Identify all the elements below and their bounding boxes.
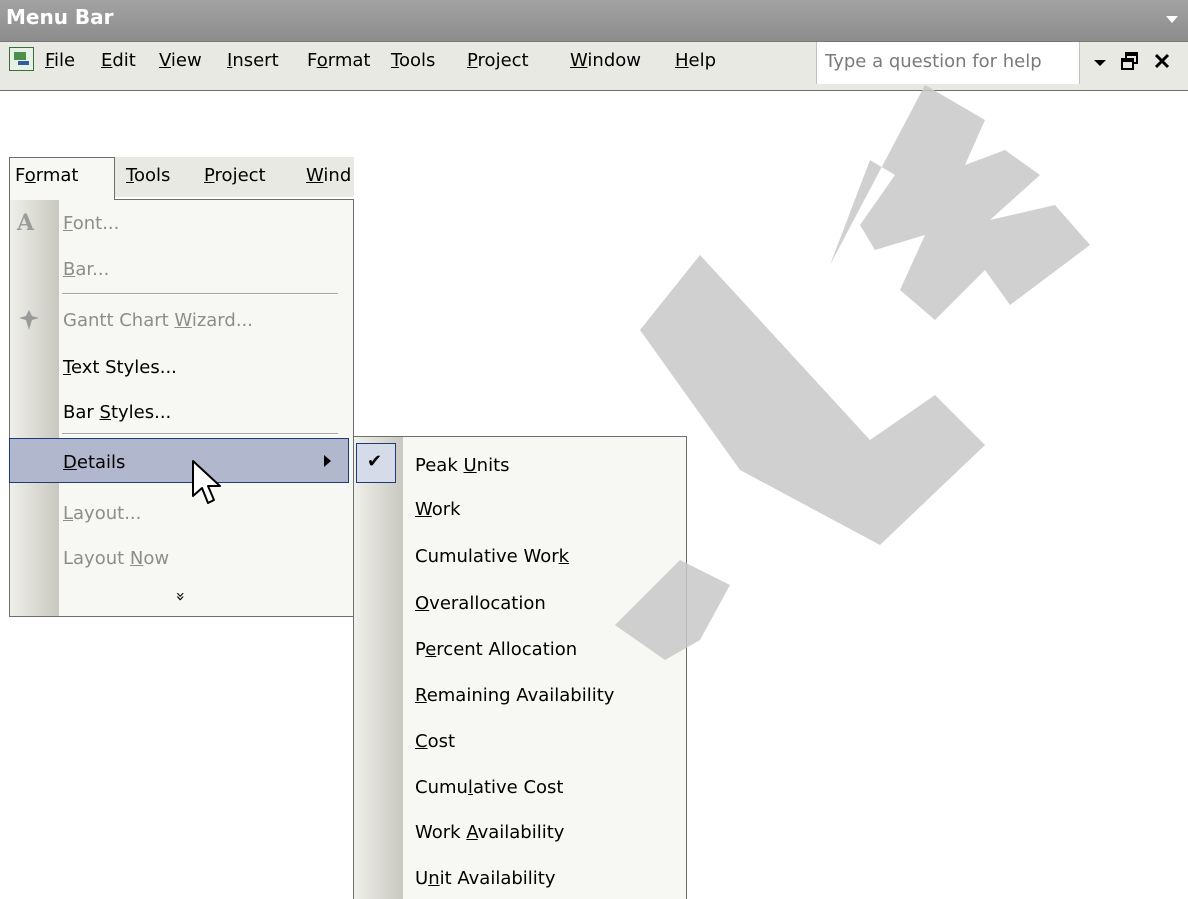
menu-bar-title-strip[interactable]: Menu Bar [0, 0, 1188, 42]
menu-insert[interactable]: Insert [227, 50, 279, 71]
menu-item-details-highlight[interactable] [9, 438, 349, 483]
menu-item-layout: Layout... [63, 503, 142, 524]
menu-bar: Menu Bar File Edit View Insert Format To… [0, 0, 1188, 91]
check-icon: ✔ [367, 451, 383, 472]
submenu-item-peak-units[interactable]: Peak Units [415, 455, 510, 476]
toolbar-options-icon[interactable] [1166, 16, 1178, 23]
header-project[interactable]: Project [204, 165, 266, 186]
close-window-icon[interactable] [1151, 50, 1173, 72]
menu-tools[interactable]: Tools [391, 50, 435, 71]
submenu-item-cost[interactable]: Cost [415, 731, 455, 752]
submenu-item-cumulative-cost[interactable]: Cumulative Cost [415, 777, 564, 798]
submenu-item-remaining-availability[interactable]: Remaining Availability [415, 685, 614, 706]
font-icon: A [17, 210, 35, 236]
menu-item-details[interactable]: Details [63, 452, 125, 473]
menu-item-text-styles[interactable]: Text Styles... [63, 357, 177, 378]
expand-menu-icon[interactable]: » [171, 592, 190, 602]
menu-edit[interactable]: Edit [101, 50, 136, 71]
help-search-input[interactable]: Type a question for help [816, 42, 1080, 84]
menu-separator [62, 293, 338, 295]
menu-item-bar-styles[interactable]: Bar Styles... [63, 402, 171, 423]
restore-window-icon[interactable] [1119, 50, 1141, 72]
submenu-item-percent-allocation[interactable]: Percent Allocation [415, 639, 577, 660]
menu-item-gantt-chart-wizard: Gantt Chart Wizard... [63, 310, 253, 331]
header-tools[interactable]: Tools [126, 165, 170, 186]
menu-item-bar: Bar... [63, 259, 110, 280]
submenu-item-work[interactable]: Work [415, 499, 461, 520]
submenu-item-work-availability[interactable]: Work Availability [415, 822, 564, 843]
menu-bar-title: Menu Bar [6, 5, 114, 29]
submenu-icon-gutter [354, 437, 403, 899]
submenu-item-overallocation[interactable]: Overallocation [415, 593, 546, 614]
submenu-item-unit-availability[interactable]: Unit Availability [415, 868, 556, 889]
header-format[interactable]: Format [15, 165, 78, 186]
menu-file[interactable]: File [45, 50, 75, 71]
project-app-icon[interactable] [9, 47, 34, 71]
submenu-arrow-icon [324, 455, 331, 467]
header-window[interactable]: Wind [306, 165, 351, 186]
help-dropdown-icon[interactable] [1094, 60, 1106, 66]
gantt-wizard-icon [19, 310, 39, 330]
menu-item-font: Font... [63, 213, 120, 234]
menu-separator [62, 433, 338, 435]
mouse-cursor-icon [192, 460, 221, 504]
menu-item-layout-now: Layout Now [63, 548, 170, 569]
menu-window[interactable]: Window [570, 50, 641, 71]
menu-help[interactable]: Help [675, 50, 716, 71]
menu-project[interactable]: Project [467, 50, 529, 71]
format-menu [9, 199, 354, 617]
menu-format[interactable]: Format [307, 50, 370, 71]
submenu-item-cumulative-work[interactable]: Cumulative Work [415, 546, 569, 567]
checked-indicator: ✔ [356, 443, 396, 483]
menu-icon-gutter [10, 200, 59, 616]
menu-view[interactable]: View [159, 50, 202, 71]
